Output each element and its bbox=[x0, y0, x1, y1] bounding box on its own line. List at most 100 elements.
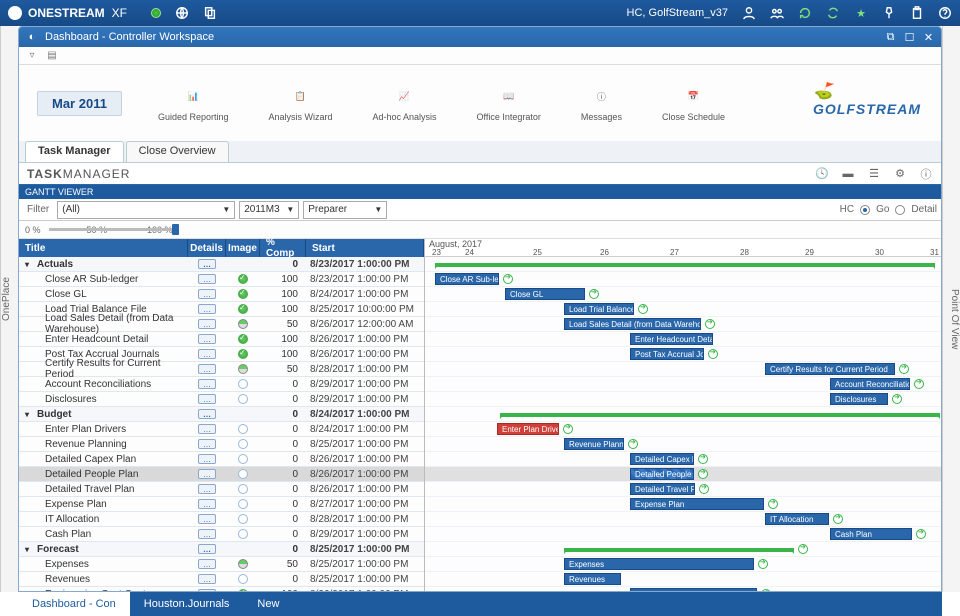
table-row[interactable]: Close AR Sub-ledger…1008/23/2017 1:00:00… bbox=[19, 272, 424, 287]
details-button[interactable]: … bbox=[198, 349, 216, 359]
ribbon-btn-ad-hoc-analysis[interactable]: 📈Ad-hoc Analysis bbox=[373, 84, 437, 122]
copy-icon[interactable] bbox=[203, 6, 217, 20]
details-button[interactable]: … bbox=[198, 319, 216, 329]
right-rail[interactable]: Point Of View bbox=[942, 26, 960, 592]
bottom-tab-new[interactable]: New bbox=[243, 592, 293, 616]
tab-task-manager[interactable]: Task Manager bbox=[25, 141, 124, 162]
details-button[interactable]: … bbox=[198, 439, 216, 449]
table-row[interactable]: Certify Results for Current Period…508/2… bbox=[19, 362, 424, 377]
radio-detail[interactable] bbox=[895, 205, 905, 215]
tab-close-overview[interactable]: Close Overview bbox=[126, 141, 229, 162]
pin-icon[interactable] bbox=[882, 6, 896, 20]
chart-icon[interactable]: ▬ bbox=[841, 167, 855, 181]
gantt-task-bar[interactable]: Close GL bbox=[505, 288, 585, 300]
info-icon[interactable]: ⓘ bbox=[919, 167, 933, 181]
help-icon[interactable] bbox=[938, 6, 952, 20]
refresh-icon[interactable] bbox=[798, 6, 812, 20]
details-button[interactable]: … bbox=[198, 544, 216, 554]
list-icon[interactable]: ☰ bbox=[867, 167, 881, 181]
gantt-task-bar[interactable]: IT Allocation bbox=[765, 513, 829, 525]
filter-view-select[interactable]: (All)▼ bbox=[57, 201, 235, 219]
ribbon-btn-close-schedule[interactable]: 📅Close Schedule bbox=[662, 84, 725, 122]
table-row[interactable]: Expense Plan…08/27/2017 1:00:00 PM bbox=[19, 497, 424, 512]
table-row[interactable]: Enter Plan Drivers…08/24/2017 1:00:00 PM bbox=[19, 422, 424, 437]
clipboard-icon[interactable] bbox=[910, 6, 924, 20]
left-rail[interactable]: OnePlace bbox=[0, 26, 18, 592]
table-row[interactable]: Enter Headcount Detail…1008/26/2017 1:00… bbox=[19, 332, 424, 347]
table-row[interactable]: ▾Forecast…08/25/2017 1:00:00 PM bbox=[19, 542, 424, 557]
maximize-icon[interactable]: ☐ bbox=[903, 31, 916, 44]
details-button[interactable]: … bbox=[198, 469, 216, 479]
details-button[interactable]: … bbox=[198, 499, 216, 509]
users-icon[interactable] bbox=[770, 6, 784, 20]
table-row[interactable]: Account Reconciliations…08/29/2017 1:00:… bbox=[19, 377, 424, 392]
details-button[interactable]: … bbox=[198, 529, 216, 539]
bottom-tab-houston-journals[interactable]: Houston.Journals bbox=[130, 592, 244, 616]
table-row[interactable]: Cash Plan…08/29/2017 1:00:00 PM bbox=[19, 527, 424, 542]
gantt-task-bar[interactable]: Account Reconciliations bbox=[830, 378, 910, 390]
filter-icon[interactable]: ▿ bbox=[25, 49, 39, 63]
table-row[interactable]: IT Allocation…08/28/2017 1:00:00 PM bbox=[19, 512, 424, 527]
gantt-task-bar[interactable]: Close AR Sub-ledger bbox=[435, 273, 499, 285]
gantt-task-bar[interactable]: Detailed Travel Plan bbox=[630, 483, 695, 495]
details-button[interactable]: … bbox=[198, 514, 216, 524]
bottom-tab-dashboard-con[interactable]: Dashboard - Con bbox=[18, 592, 130, 616]
table-row[interactable]: Expenses…508/25/2017 1:00:00 PM bbox=[19, 557, 424, 572]
details-button[interactable]: … bbox=[198, 574, 216, 584]
details-button[interactable]: … bbox=[198, 484, 216, 494]
sync-icon[interactable] bbox=[826, 6, 840, 20]
details-button[interactable]: … bbox=[198, 334, 216, 344]
gantt-task-bar[interactable]: Revenues bbox=[564, 573, 621, 585]
radio-go[interactable] bbox=[860, 205, 870, 215]
user-icon[interactable] bbox=[742, 6, 756, 20]
doc-icon[interactable]: ▤ bbox=[45, 49, 59, 63]
table-row[interactable]: Detailed Capex Plan…08/26/2017 1:00:00 P… bbox=[19, 452, 424, 467]
table-row[interactable]: ▾Budget…08/24/2017 1:00:00 PM bbox=[19, 407, 424, 422]
details-button[interactable]: … bbox=[198, 289, 216, 299]
table-row[interactable]: Detailed People Plan…08/26/2017 1:00:00 … bbox=[19, 467, 424, 482]
ribbon-btn-office-integrator[interactable]: 📖Office Integrator bbox=[477, 84, 541, 122]
table-row[interactable]: Disclosures…08/29/2017 1:00:00 PM bbox=[19, 392, 424, 407]
filter-role-select[interactable]: Preparer▼ bbox=[303, 201, 387, 219]
table-row[interactable]: Detailed Travel Plan…08/26/2017 1:00:00 … bbox=[19, 482, 424, 497]
details-button[interactable]: … bbox=[198, 379, 216, 389]
gantt-task-bar[interactable]: Cash Plan bbox=[830, 528, 912, 540]
table-row[interactable]: Revenue Planning…08/25/2017 1:00:00 PM bbox=[19, 437, 424, 452]
details-button[interactable]: … bbox=[198, 304, 216, 314]
close-icon[interactable]: ✕ bbox=[922, 31, 935, 44]
details-button[interactable]: … bbox=[198, 394, 216, 404]
details-button[interactable]: … bbox=[198, 454, 216, 464]
ribbon-btn-messages[interactable]: ⓘMessages bbox=[581, 84, 622, 122]
clock-icon[interactable]: 🕓 bbox=[815, 167, 829, 181]
gantt-task-bar[interactable]: Post Tax Accrual Journ bbox=[630, 348, 704, 360]
ribbon-btn-analysis-wizard[interactable]: 📋Analysis Wizard bbox=[268, 84, 332, 122]
ribbon-btn-guided-reporting[interactable]: 📊Guided Reporting bbox=[158, 84, 229, 122]
gantt-task-bar[interactable]: Enter Plan Drivers bbox=[497, 423, 559, 435]
gantt-task-bar[interactable]: Detailed Capex Plan bbox=[630, 453, 694, 465]
details-button[interactable]: … bbox=[198, 409, 216, 419]
details-button[interactable]: … bbox=[198, 364, 216, 374]
gantt-task-bar[interactable]: Certify Results for Current Period bbox=[765, 363, 895, 375]
period-selector[interactable]: Mar 2011 bbox=[37, 91, 122, 116]
table-row[interactable]: Load Sales Detail (from Data Warehouse)…… bbox=[19, 317, 424, 332]
gantt-task-bar[interactable]: Enter Headcount Detail bbox=[630, 333, 713, 345]
table-row[interactable]: Close GL…1008/24/2017 1:00:00 PM bbox=[19, 287, 424, 302]
details-button[interactable]: … bbox=[198, 259, 216, 269]
globe-icon[interactable] bbox=[175, 6, 189, 20]
gantt-task-bar[interactable]: Load Trial Balance File bbox=[564, 303, 634, 315]
gantt-task-bar[interactable]: Expense Plan bbox=[630, 498, 764, 510]
restore-icon[interactable]: ⧉ bbox=[884, 31, 897, 44]
star-icon[interactable]: ★ bbox=[854, 6, 868, 20]
completion-slider[interactable] bbox=[49, 228, 179, 231]
gantt-task-bar[interactable]: Expenses bbox=[564, 558, 754, 570]
details-button[interactable]: … bbox=[198, 274, 216, 284]
table-row[interactable]: Revenues…08/25/2017 1:00:00 PM bbox=[19, 572, 424, 587]
gantt-task-bar[interactable]: Revenue Planning bbox=[564, 438, 624, 450]
gear-icon[interactable]: ⚙ bbox=[893, 167, 907, 181]
filter-period-select[interactable]: 2011M3▼ bbox=[239, 201, 299, 219]
gantt-task-bar[interactable]: Load Sales Detail (from Data Warehouse) bbox=[564, 318, 701, 330]
gantt-task-bar[interactable]: Disclosures bbox=[830, 393, 888, 405]
table-row[interactable]: ▾Actuals…08/23/2017 1:00:00 PM bbox=[19, 257, 424, 272]
gantt-task-bar[interactable]: Detailed People Plan bbox=[630, 468, 694, 480]
details-button[interactable]: … bbox=[198, 424, 216, 434]
